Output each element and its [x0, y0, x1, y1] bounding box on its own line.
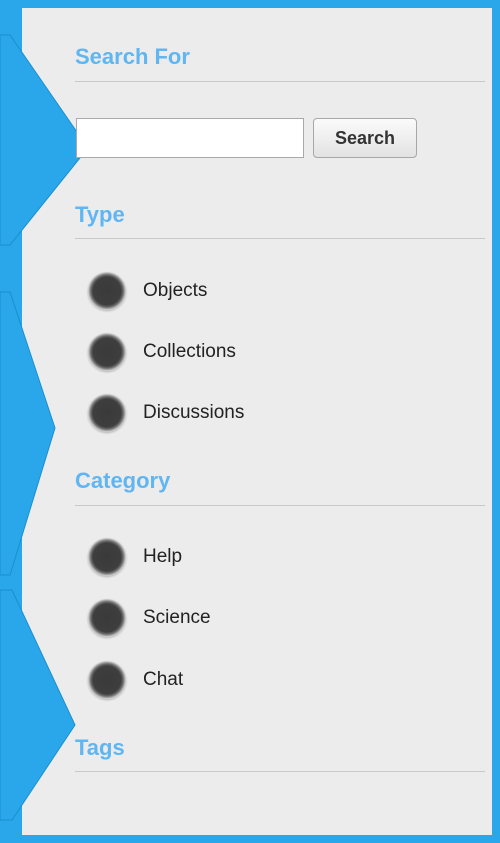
category-option-chat[interactable]: Chat [88, 660, 183, 700]
radio-label: Science [143, 607, 211, 628]
radio-button[interactable] [88, 333, 126, 371]
radio-label: Discussions [143, 402, 245, 423]
radio-button[interactable] [88, 272, 126, 310]
search-input[interactable] [76, 118, 304, 158]
radio-label: Collections [143, 341, 236, 362]
search-for-divider [75, 81, 485, 82]
radio-label: Chat [143, 669, 184, 690]
radio-button[interactable] [88, 394, 126, 432]
type-heading: Type [75, 202, 125, 227]
search-button[interactable]: Search [313, 118, 417, 158]
tags-divider [75, 771, 485, 772]
type-option-collections[interactable]: Collections [88, 332, 236, 372]
type-option-objects[interactable]: Objects [88, 271, 207, 311]
radio-button[interactable] [88, 661, 126, 699]
radio-button[interactable] [88, 599, 126, 637]
type-option-discussions[interactable]: Discussions [88, 393, 244, 433]
category-option-help[interactable]: Help [88, 537, 182, 577]
radio-label: Help [143, 546, 183, 567]
category-divider [75, 505, 485, 506]
tags-heading: Tags [75, 735, 125, 760]
category-option-science[interactable]: Science [88, 598, 211, 638]
type-divider [75, 238, 485, 239]
radio-label: Objects [143, 280, 208, 301]
search-for-heading: Search For [75, 44, 190, 69]
radio-button[interactable] [88, 538, 126, 576]
category-heading: Category [75, 468, 171, 493]
